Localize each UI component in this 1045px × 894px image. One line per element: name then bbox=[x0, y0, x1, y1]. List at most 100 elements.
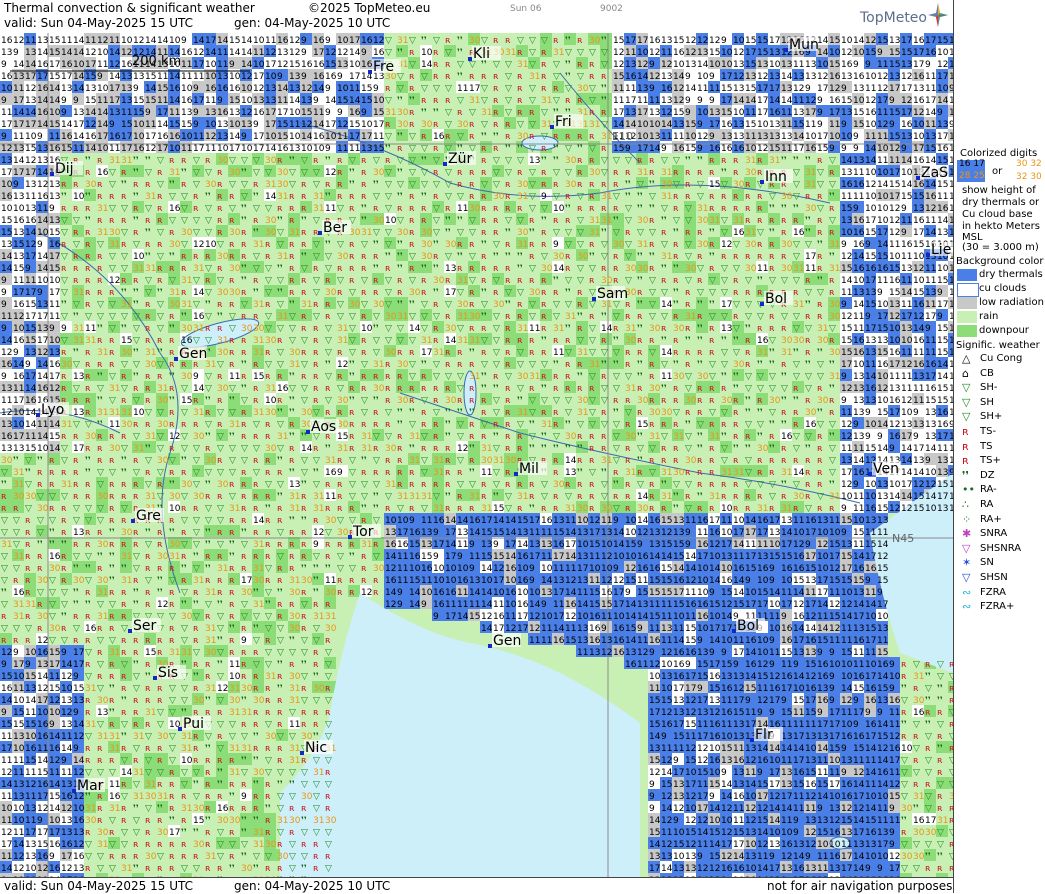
legend-swatch-1 bbox=[957, 283, 979, 297]
svg-text:13: 13 bbox=[661, 96, 672, 106]
svg-text:▽: ▽ bbox=[493, 276, 500, 286]
svg-text:▽: ▽ bbox=[481, 336, 488, 346]
svg-text:ʀ: ʀ bbox=[121, 276, 127, 286]
svg-text:ʀ: ʀ bbox=[517, 204, 523, 214]
svg-text:16: 16 bbox=[229, 84, 241, 94]
svg-text:ʀ: ʀ bbox=[85, 228, 91, 238]
svg-text:❜❜: ❜❜ bbox=[553, 156, 559, 166]
svg-text:11: 11 bbox=[613, 96, 624, 106]
svg-text:▽: ▽ bbox=[793, 192, 800, 202]
svg-text:12: 12 bbox=[37, 348, 48, 358]
svg-text:30: 30 bbox=[229, 168, 241, 178]
weather-map[interactable]: 1612111315111411121110121414109141714151… bbox=[0, 33, 953, 877]
svg-text:ʀ: ʀ bbox=[241, 240, 247, 250]
svg-text:❜❜: ❜❜ bbox=[121, 324, 127, 334]
svg-text:▽: ▽ bbox=[61, 336, 68, 346]
svg-text:ʀ: ʀ bbox=[697, 168, 703, 178]
svg-text:❜❜: ❜❜ bbox=[685, 336, 691, 346]
svg-text:17: 17 bbox=[925, 96, 936, 106]
svg-text:16: 16 bbox=[121, 60, 133, 70]
svg-text:14: 14 bbox=[745, 96, 757, 106]
svg-text:ʀ: ʀ bbox=[289, 216, 295, 226]
svg-text:ʀ: ʀ bbox=[361, 312, 367, 322]
svg-text:ʀ: ʀ bbox=[61, 348, 67, 358]
svg-text:13: 13 bbox=[49, 216, 60, 226]
svg-text:▽: ▽ bbox=[577, 72, 584, 82]
svg-text:16: 16 bbox=[889, 276, 901, 286]
svg-text:▽: ▽ bbox=[505, 216, 512, 226]
svg-text:▽: ▽ bbox=[265, 312, 272, 322]
svg-text:16: 16 bbox=[649, 36, 661, 46]
svg-text:14: 14 bbox=[37, 48, 49, 58]
svg-text:ʀ: ʀ bbox=[565, 96, 571, 106]
svg-text:11: 11 bbox=[1, 108, 12, 118]
svg-text:▽: ▽ bbox=[661, 288, 668, 298]
svg-text:31: 31 bbox=[829, 264, 840, 274]
city-label: Fre bbox=[373, 59, 394, 75]
svg-text:31: 31 bbox=[829, 240, 840, 250]
svg-text:▽: ▽ bbox=[673, 216, 680, 226]
svg-text:❜❜: ❜❜ bbox=[325, 240, 331, 250]
svg-text:14: 14 bbox=[241, 48, 253, 58]
svg-text:9: 9 bbox=[193, 84, 199, 94]
svg-text:▽: ▽ bbox=[601, 48, 608, 58]
svg-text:▽: ▽ bbox=[325, 336, 332, 346]
svg-text:ʀ: ʀ bbox=[241, 228, 247, 238]
svg-text:❜❜: ❜❜ bbox=[181, 168, 187, 178]
svg-text:▽: ▽ bbox=[457, 288, 464, 298]
svg-text:▽: ▽ bbox=[529, 120, 536, 130]
svg-text:11: 11 bbox=[349, 84, 360, 94]
svg-text:11: 11 bbox=[97, 60, 108, 70]
svg-text:▽: ▽ bbox=[685, 216, 692, 226]
svg-text:▽: ▽ bbox=[565, 168, 572, 178]
svg-text:ʀ: ʀ bbox=[121, 168, 127, 178]
svg-text:13: 13 bbox=[733, 60, 744, 70]
svg-text:ʀ: ʀ bbox=[577, 324, 583, 334]
svg-text:ʀ: ʀ bbox=[673, 204, 679, 214]
svg-text:9: 9 bbox=[217, 96, 223, 106]
svg-text:11: 11 bbox=[145, 120, 156, 130]
drizzle-icon: ❜❜ bbox=[962, 469, 969, 482]
svg-text:▽: ▽ bbox=[565, 228, 572, 238]
svg-text:13: 13 bbox=[265, 96, 276, 106]
svg-text:30: 30 bbox=[289, 348, 301, 358]
copyright: ©2025 TopMeteo.eu bbox=[308, 1, 430, 15]
svg-text:ʀ: ʀ bbox=[61, 240, 67, 250]
svg-text:▽: ▽ bbox=[529, 192, 536, 202]
svg-text:❜❜: ❜❜ bbox=[697, 324, 703, 334]
light-rain-icon: •• bbox=[962, 483, 975, 496]
svg-text:9: 9 bbox=[841, 120, 847, 130]
svg-text:ʀ: ʀ bbox=[769, 312, 775, 322]
svg-text:17: 17 bbox=[37, 312, 48, 322]
svg-text:▽: ▽ bbox=[493, 180, 500, 190]
svg-text:9: 9 bbox=[13, 348, 19, 358]
legend-sample-1: 16 17 bbox=[959, 159, 985, 169]
svg-text:15: 15 bbox=[829, 60, 840, 70]
svg-text:17: 17 bbox=[1, 168, 12, 178]
svg-text:ʀ: ʀ bbox=[157, 264, 163, 274]
svg-text:▽: ▽ bbox=[109, 168, 116, 178]
svg-text:10: 10 bbox=[865, 120, 877, 130]
svg-text:30: 30 bbox=[373, 168, 385, 178]
svg-text:ʀ: ʀ bbox=[133, 228, 139, 238]
svg-text:13: 13 bbox=[289, 144, 300, 154]
svg-text:12: 12 bbox=[757, 144, 768, 154]
svg-text:ʀ: ʀ bbox=[433, 252, 439, 262]
svg-text:❜❜: ❜❜ bbox=[241, 216, 247, 226]
snow-rain-icon: ✱ bbox=[962, 527, 971, 540]
svg-text:ʀ: ʀ bbox=[793, 288, 799, 298]
svg-text:▽: ▽ bbox=[445, 108, 452, 118]
svg-text:31: 31 bbox=[529, 72, 540, 82]
svg-text:13: 13 bbox=[841, 216, 852, 226]
svg-text:16: 16 bbox=[313, 36, 325, 46]
svg-text:11: 11 bbox=[25, 192, 36, 202]
svg-text:▽: ▽ bbox=[445, 84, 452, 94]
svg-text:▽: ▽ bbox=[469, 228, 476, 238]
svg-text:16: 16 bbox=[37, 192, 49, 202]
svg-text:16: 16 bbox=[169, 84, 181, 94]
svg-text:ʀ: ʀ bbox=[181, 252, 187, 262]
svg-text:15: 15 bbox=[913, 240, 924, 250]
svg-text:ʀ: ʀ bbox=[145, 336, 151, 346]
svg-text:13: 13 bbox=[769, 132, 780, 142]
svg-text:❜❜: ❜❜ bbox=[565, 204, 571, 214]
